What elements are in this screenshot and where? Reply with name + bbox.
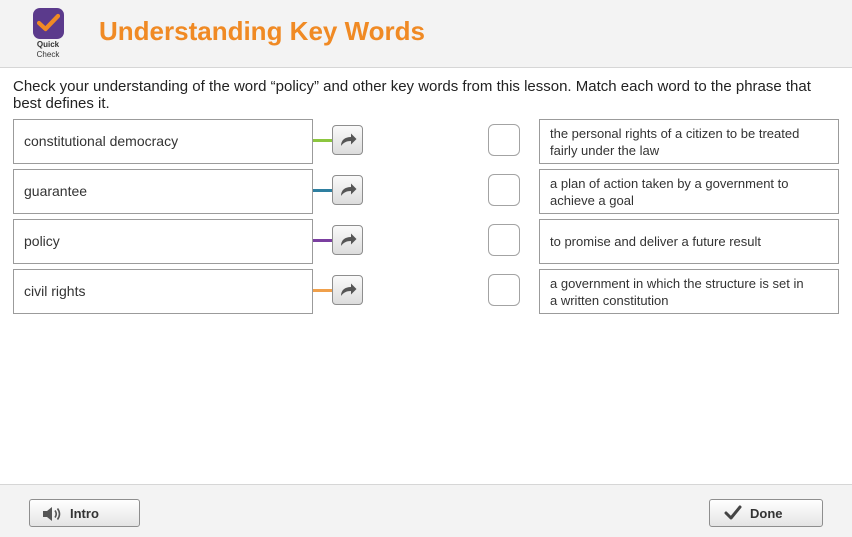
match-target-checkbox[interactable]	[488, 174, 520, 206]
term-label: constitutional democracy	[24, 133, 179, 149]
match-arrow-button[interactable]	[332, 175, 363, 205]
term-box-civil-rights[interactable]: civil rights	[13, 269, 313, 314]
curved-arrow-icon	[341, 283, 357, 296]
definition-box: a government in which the structure is s…	[539, 269, 839, 314]
header-bar: Quick Check Understanding Key Words	[0, 0, 852, 68]
logo-line1: Quick	[36, 40, 60, 49]
curved-arrow-icon	[341, 183, 357, 196]
intro-button-label: Intro	[70, 506, 99, 521]
definition-label: to promise and deliver a future result	[550, 234, 761, 249]
match-arrow-button[interactable]	[332, 225, 363, 255]
speaker-icon	[43, 507, 61, 521]
match-target-checkbox[interactable]	[488, 274, 520, 306]
term-box-guarantee[interactable]: guarantee	[13, 169, 313, 214]
checkmark-icon	[37, 13, 60, 32]
instructions-text: Check your understanding of the word “po…	[13, 78, 811, 112]
term-box-policy[interactable]: policy	[13, 219, 313, 264]
match-arrow-button[interactable]	[332, 125, 363, 155]
connector-line	[313, 239, 333, 242]
term-label: civil rights	[24, 283, 86, 299]
match-target-checkbox[interactable]	[488, 124, 520, 156]
quick-check-logo	[33, 8, 64, 39]
logo-caption: Quick Check	[24, 40, 72, 60]
definition-box: the personal rights of a citizen to be t…	[539, 119, 839, 164]
term-box-constitutional-democracy[interactable]: constitutional democracy	[13, 119, 313, 164]
checkmark-icon	[724, 505, 742, 520]
definition-label: a government in which the structure is s…	[550, 276, 804, 308]
footer-bar: Intro Done	[0, 484, 852, 537]
definition-label: a plan of action taken by a government t…	[550, 176, 789, 208]
curved-arrow-icon	[341, 233, 357, 246]
match-target-checkbox[interactable]	[488, 224, 520, 256]
intro-button[interactable]: Intro	[29, 499, 140, 527]
definition-label: the personal rights of a citizen to be t…	[550, 126, 800, 158]
definition-box: a plan of action taken by a government t…	[539, 169, 839, 214]
logo-line2: Check	[36, 50, 60, 59]
curved-arrow-icon	[341, 133, 357, 146]
done-button-label: Done	[750, 506, 783, 521]
connector-line	[313, 189, 333, 192]
definition-box: to promise and deliver a future result	[539, 219, 839, 264]
done-button[interactable]: Done	[709, 499, 823, 527]
term-label: policy	[24, 233, 60, 249]
connector-line	[313, 139, 333, 142]
term-label: guarantee	[24, 183, 88, 199]
connector-line	[313, 289, 333, 292]
page-title: Understanding Key Words	[99, 16, 426, 46]
match-arrow-button[interactable]	[332, 275, 363, 305]
